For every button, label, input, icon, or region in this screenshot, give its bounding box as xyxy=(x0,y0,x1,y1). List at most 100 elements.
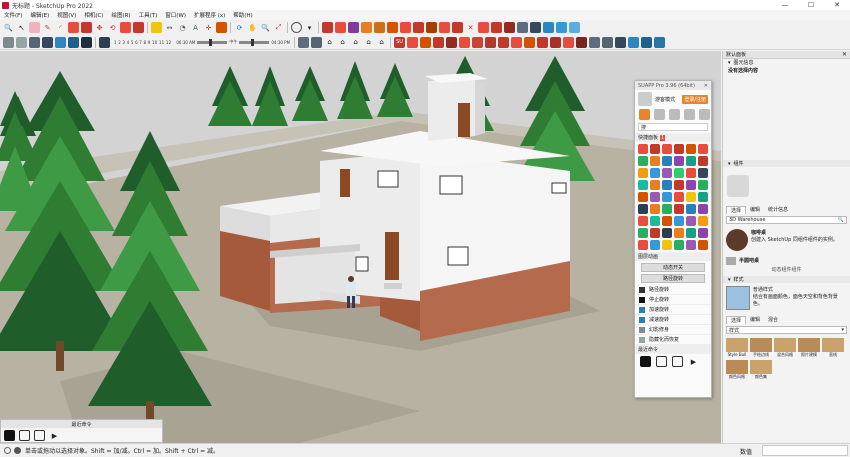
section-display-icon[interactable] xyxy=(569,22,580,33)
solid-union-icon[interactable] xyxy=(452,22,463,33)
cube-icon-3[interactable] xyxy=(684,109,695,120)
menu-file[interactable]: 文件(F) xyxy=(0,11,26,19)
style-dropdown[interactable]: 样式 ▾ xyxy=(726,326,847,334)
monochrome-icon[interactable] xyxy=(81,36,92,48)
plugin-icon-3[interactable] xyxy=(433,36,445,48)
tool-icon[interactable] xyxy=(650,204,660,214)
model-viewport[interactable] xyxy=(0,51,721,443)
tool-icon[interactable] xyxy=(686,168,696,178)
plugin-icon-12[interactable] xyxy=(550,36,562,48)
left-view-icon[interactable]: ⌂ xyxy=(363,37,374,48)
plugin-icon-4[interactable] xyxy=(446,36,458,48)
close-icon[interactable]: ✕ xyxy=(704,83,708,89)
wireframe-icon[interactable] xyxy=(29,36,40,48)
tool-icon[interactable] xyxy=(698,144,708,154)
style-item[interactable]: 照片建模 xyxy=(798,338,820,358)
menu-extensions[interactable]: 扩展程序 (x) xyxy=(190,11,229,19)
menu-camera[interactable]: 相机(C) xyxy=(80,11,107,19)
tool-icon[interactable] xyxy=(698,216,708,226)
entity-info-header[interactable]: ▾ 图元信息 xyxy=(723,59,850,67)
position-camera-icon[interactable] xyxy=(517,22,528,33)
line-tool-icon[interactable]: ✎ xyxy=(42,22,53,33)
tool-icon[interactable] xyxy=(686,180,696,190)
time-slider-2[interactable] xyxy=(239,38,270,46)
plugin-icon-1[interactable] xyxy=(407,36,419,48)
arc-tool-icon[interactable]: ◜ xyxy=(55,22,66,33)
stamp-icon[interactable] xyxy=(400,22,411,33)
move-icon[interactable]: ✥ xyxy=(94,22,105,33)
solid-split-icon[interactable] xyxy=(491,22,502,33)
tool-icon[interactable] xyxy=(698,228,708,238)
tool-icon[interactable] xyxy=(650,240,660,250)
zoom-extents-icon[interactable]: ⤢ xyxy=(273,22,284,33)
plugin-icon-10[interactable] xyxy=(524,36,536,48)
tool-icon[interactable] xyxy=(638,156,648,166)
anim-toggle-button[interactable]: 动态开关 xyxy=(641,263,705,272)
plugin-icon-2[interactable] xyxy=(420,36,432,48)
xray-icon[interactable] xyxy=(3,36,14,48)
solid-trim-icon[interactable] xyxy=(478,22,489,33)
tool-icon[interactable] xyxy=(698,192,708,202)
login-button[interactable]: 登录/注册 xyxy=(682,94,708,104)
tape-measure-icon[interactable] xyxy=(151,22,162,33)
menu-item[interactable]: 减速旋转 xyxy=(635,315,711,325)
shaded-icon[interactable] xyxy=(55,36,66,48)
menu-window[interactable]: 窗口(W) xyxy=(161,11,190,19)
walk-icon[interactable] xyxy=(530,22,541,33)
style-item[interactable]: 混合风格 xyxy=(774,338,796,358)
tool-icon[interactable] xyxy=(674,216,684,226)
path-rotate-button[interactable]: 路径旋转 xyxy=(641,274,705,283)
style-item[interactable]: 手绘边线 xyxy=(750,338,772,358)
style-item[interactable]: 直线 xyxy=(822,338,844,358)
tool-icon[interactable] xyxy=(698,156,708,166)
rotate-icon[interactable]: ⟲ xyxy=(107,22,118,33)
tool-icon[interactable] xyxy=(638,240,648,250)
tool-icon[interactable] xyxy=(686,144,696,154)
add-detail-icon[interactable] xyxy=(426,22,437,33)
plugin-icon-11[interactable] xyxy=(537,36,549,48)
solid-subtract-icon[interactable]: ✕ xyxy=(465,22,476,33)
shadow-time-control[interactable]: 06:30 AM 中午 04:30 PM xyxy=(176,38,290,46)
tool-icon[interactable] xyxy=(662,144,672,154)
recent-commands-header[interactable]: 最近命令 xyxy=(635,345,711,354)
zoom-icon[interactable]: 🔍 xyxy=(260,22,271,33)
text-tool-icon[interactable]: A xyxy=(190,22,201,33)
tool-icon[interactable] xyxy=(638,144,648,154)
tab-edit[interactable]: 编辑 xyxy=(746,316,764,323)
plugin-icon-14[interactable] xyxy=(576,36,588,48)
select-tool-icon[interactable]: ↖ xyxy=(16,22,27,33)
search-icon[interactable]: 🔍 xyxy=(838,217,844,223)
measurements-input[interactable] xyxy=(762,445,848,456)
plugin-icon-13[interactable] xyxy=(563,36,575,48)
layout-icon[interactable] xyxy=(348,22,359,33)
tool-icon[interactable] xyxy=(650,180,660,190)
plugin-icon-18[interactable] xyxy=(628,36,640,48)
tool-icon[interactable] xyxy=(686,204,696,214)
tool-icon[interactable] xyxy=(686,192,696,202)
tool-icon[interactable] xyxy=(698,240,708,250)
eraser-icon[interactable] xyxy=(29,22,40,33)
offset-icon[interactable] xyxy=(133,22,144,33)
play-icon[interactable]: ▶ xyxy=(49,430,60,441)
shape-tool-icon[interactable] xyxy=(68,22,79,33)
tool-icon[interactable] xyxy=(674,168,684,178)
tool-icon[interactable] xyxy=(674,192,684,202)
tab-select[interactable]: 选择 xyxy=(726,205,747,214)
tool-icon[interactable] xyxy=(662,240,672,250)
tool-icon[interactable] xyxy=(650,168,660,178)
tab-statistics[interactable]: 统计信息 xyxy=(764,206,792,213)
stop-icon[interactable] xyxy=(640,356,651,367)
tool-icon[interactable] xyxy=(662,204,672,214)
cube-icon-2[interactable] xyxy=(669,109,680,120)
tool-icon[interactable] xyxy=(674,180,684,190)
menu-help[interactable]: 帮助(H) xyxy=(229,11,256,19)
tool-icon[interactable] xyxy=(674,156,684,166)
style-item[interactable]: 颜色风格 xyxy=(726,360,748,380)
gesture-icon-2[interactable] xyxy=(672,356,683,367)
tool-icon[interactable] xyxy=(662,168,672,178)
search-icon[interactable]: 🔍 xyxy=(3,22,14,33)
plugin-icon-6[interactable] xyxy=(472,36,484,48)
plugin-icon-17[interactable] xyxy=(615,36,627,48)
menu-item[interactable]: 幻影修身 xyxy=(635,325,711,335)
tool-icon[interactable] xyxy=(638,168,648,178)
